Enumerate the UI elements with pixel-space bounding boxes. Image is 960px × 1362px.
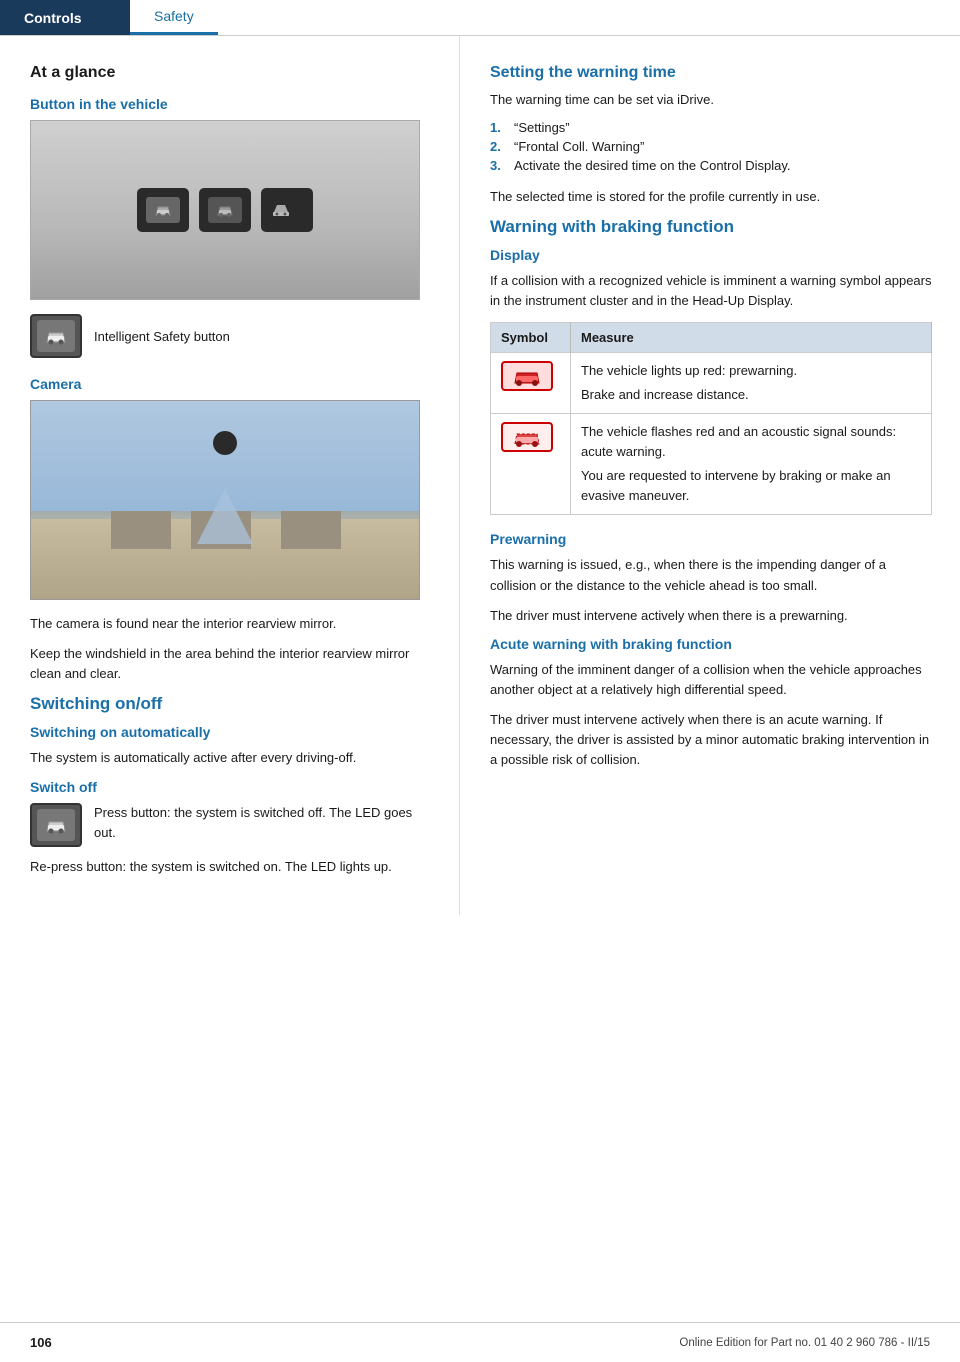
acute-warning-title: Acute warning with braking function	[490, 636, 932, 652]
switch-off-row: Press button: the system is switched off…	[30, 803, 431, 847]
camera-image	[30, 400, 420, 600]
header-controls-tab[interactable]: Controls	[0, 0, 130, 35]
camera-title: Camera	[30, 376, 431, 392]
step-3-num: 3.	[490, 158, 506, 173]
safety-label: Safety	[154, 8, 194, 24]
step-1: 1. “Settings”	[490, 120, 932, 135]
vehicle-button-image	[30, 120, 420, 300]
header-safety-tab[interactable]: Safety	[130, 0, 218, 35]
button-in-vehicle-title: Button in the vehicle	[30, 96, 431, 112]
symbol-cell-1	[491, 352, 571, 413]
step-3: 3. Activate the desired time on the Cont…	[490, 158, 932, 173]
step-2: 2. “Frontal Coll. Warning”	[490, 139, 932, 154]
page-footer: 106 Online Edition for Part no. 01 40 2 …	[0, 1322, 960, 1362]
col-symbol: Symbol	[491, 322, 571, 352]
intelligent-safety-label: Intelligent Safety button	[94, 329, 230, 344]
switching-title: Switching on/off	[30, 694, 431, 714]
at-glance-title: At a glance	[30, 64, 431, 82]
footer-info: Online Edition for Part no. 01 40 2 960 …	[679, 1337, 930, 1349]
repress-desc: Re-press button: the system is switched …	[30, 857, 431, 877]
step-1-text: “Settings”	[514, 120, 570, 135]
switching-on-auto-title: Switching on automatically	[30, 724, 431, 740]
switch-off-icon	[30, 803, 82, 847]
acute-warning-desc1: Warning of the imminent danger of a coll…	[490, 660, 932, 700]
switch-off-title: Switch off	[30, 779, 431, 795]
measure-cell-2: The vehicle flashes red and an acoustic …	[571, 413, 932, 515]
prewarning-desc1: This warning is issued, e.g., when there…	[490, 555, 932, 595]
display-title: Display	[490, 247, 932, 263]
step-1-num: 1.	[490, 120, 506, 135]
right-column: Setting the warning time The warning tim…	[460, 36, 960, 915]
step-3-text: Activate the desired time on the Control…	[514, 158, 791, 173]
steps-list: 1. “Settings” 2. “Frontal Coll. Warning”…	[490, 120, 932, 173]
col-measure: Measure	[571, 322, 932, 352]
acute-warning-desc2: The driver must intervene actively when …	[490, 710, 932, 770]
page-header: Controls Safety	[0, 0, 960, 36]
measure-cell-1: The vehicle lights up red: prewarning. B…	[571, 352, 932, 413]
display-desc: If a collision with a recognized vehicle…	[490, 271, 932, 311]
intelligent-safety-icon	[30, 314, 82, 358]
left-column: At a glance Button in the vehicle	[0, 36, 460, 915]
switching-on-auto-desc: The system is automatically active after…	[30, 748, 431, 768]
footer-page-num: 106	[30, 1335, 52, 1350]
switch-off-icon-desc: Press button: the system is switched off…	[94, 803, 431, 843]
camera-desc1: The camera is found near the interior re…	[30, 614, 431, 634]
prewarning-title: Prewarning	[490, 531, 932, 547]
table-row: The vehicle flashes red and an acoustic …	[491, 413, 932, 515]
setting-warning-time-title: Setting the warning time	[490, 64, 932, 82]
camera-desc2: Keep the windshield in the area behind t…	[30, 644, 431, 684]
stored-note: The selected time is stored for the prof…	[490, 187, 932, 207]
controls-label: Controls	[24, 10, 82, 26]
step-2-text: “Frontal Coll. Warning”	[514, 139, 644, 154]
table-row: The vehicle lights up red: prewarning. B…	[491, 352, 932, 413]
setting-warning-time-desc: The warning time can be set via iDrive.	[490, 90, 932, 110]
symbol-cell-2	[491, 413, 571, 515]
prewarning-desc2: The driver must intervene actively when …	[490, 606, 932, 626]
intelligent-safety-row: Intelligent Safety button	[30, 314, 431, 358]
warning-braking-title: Warning with braking function	[490, 217, 932, 237]
camera-dot	[213, 431, 237, 455]
warning-table: Symbol Measure	[490, 322, 932, 516]
main-content: At a glance Button in the vehicle	[0, 36, 960, 915]
table-header-row: Symbol Measure	[491, 322, 932, 352]
step-2-num: 2.	[490, 139, 506, 154]
